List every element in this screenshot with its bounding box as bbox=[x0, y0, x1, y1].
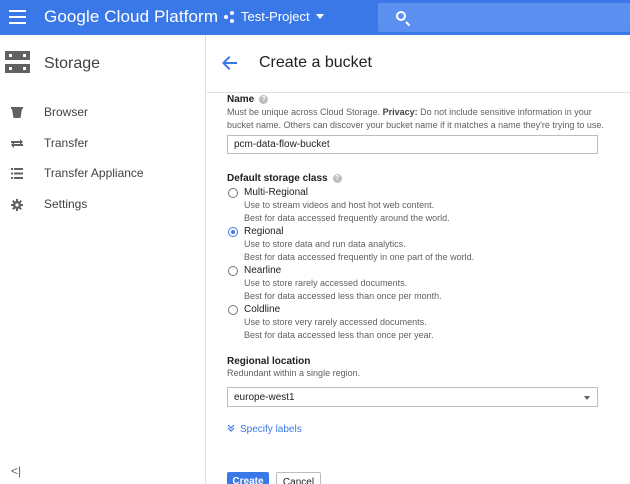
sidebar-item-label: Transfer bbox=[44, 135, 89, 150]
radio-coldline[interactable] bbox=[228, 305, 238, 315]
name-label-text: Name bbox=[227, 94, 255, 105]
create-bucket-form: Name ? Must be unique across Cloud Stora… bbox=[227, 93, 607, 435]
search-icon bbox=[396, 11, 406, 21]
sidebar-item-label: Transfer Appliance bbox=[44, 166, 144, 181]
menu-icon[interactable] bbox=[9, 10, 26, 24]
radio-label: Multi-Regional bbox=[244, 187, 308, 198]
option-desc: Use to store very rarely accessed docume… bbox=[244, 317, 427, 327]
radio-label: Regional bbox=[244, 226, 284, 237]
top-bar: Google Cloud Platform Test-Project bbox=[0, 0, 630, 35]
option-desc: Best for data accessed frequently around… bbox=[244, 212, 450, 223]
project-icon bbox=[224, 10, 236, 23]
sidebar-nav: Browser Transfer Transfer Appliance Sett… bbox=[0, 97, 205, 219]
page-title: Create a bucket bbox=[259, 54, 372, 71]
help-icon[interactable]: ? bbox=[259, 95, 269, 104]
radio-label: Nearline bbox=[244, 265, 282, 276]
radio-nearline[interactable] bbox=[228, 266, 238, 276]
storage-class-regional: Regional Use to store data and run data … bbox=[227, 225, 607, 263]
help-icon[interactable]: ? bbox=[332, 174, 342, 183]
sidebar-item-transfer[interactable]: Transfer bbox=[0, 128, 205, 159]
back-arrow-icon[interactable] bbox=[221, 54, 239, 72]
radio-regional[interactable] bbox=[228, 227, 238, 237]
name-desc-1: Must be unique across Cloud Storage. bbox=[227, 107, 381, 117]
list-icon bbox=[11, 168, 23, 179]
location-label-text: Regional location bbox=[227, 356, 311, 367]
storage-class-multi-regional: Multi-Regional Use to stream videos and … bbox=[227, 186, 607, 224]
location-value: europe-west1 bbox=[234, 391, 295, 403]
storage-class-label-text: Default storage class bbox=[227, 173, 328, 184]
collapse-sidebar-icon[interactable]: <| bbox=[11, 464, 21, 478]
project-name: Test-Project bbox=[241, 9, 310, 24]
sidebar-item-browser[interactable]: Browser bbox=[0, 97, 205, 128]
storage-class-coldline: Coldline Use to store very rarely access… bbox=[227, 303, 607, 341]
gear-icon bbox=[11, 198, 23, 211]
radio-multi-regional[interactable] bbox=[228, 188, 238, 198]
brand-title[interactable]: Google Cloud Platform bbox=[44, 7, 218, 27]
name-desc-privacy: Privacy: bbox=[382, 107, 418, 117]
sidebar-title: Storage bbox=[44, 55, 101, 72]
option-desc: Best for data accessed less than once pe… bbox=[244, 329, 434, 340]
option-desc: Use to store rarely accessed documents. bbox=[244, 278, 408, 288]
search-bar[interactable] bbox=[378, 3, 630, 32]
sidebar-item-label: Browser bbox=[44, 105, 89, 120]
specify-labels-link[interactable]: Specify labels bbox=[227, 424, 607, 435]
storage-class-nearline: Nearline Use to store rarely accessed do… bbox=[227, 264, 607, 302]
caret-down-icon bbox=[315, 14, 324, 19]
option-desc: Best for data accessed less than once pe… bbox=[244, 290, 442, 301]
location-label: Regional location bbox=[227, 356, 607, 367]
radio-label: Coldline bbox=[244, 304, 281, 315]
page-header: Create a bucket bbox=[207, 35, 630, 93]
transfer-icon bbox=[11, 138, 23, 149]
sidebar-item-label: Settings bbox=[44, 196, 88, 211]
name-label: Name ? bbox=[227, 94, 607, 105]
sidebar: Storage Browser Transfer Transfer Applia… bbox=[0, 35, 206, 484]
caret-down-icon bbox=[584, 395, 590, 400]
cancel-button[interactable]: Cancel bbox=[276, 472, 321, 484]
sidebar-item-settings[interactable]: Settings bbox=[0, 189, 205, 220]
main-content: Create a bucket Name ? Must be unique ac… bbox=[207, 35, 630, 484]
option-desc: Use to store data and run data analytics… bbox=[244, 239, 406, 249]
storage-icon bbox=[5, 51, 30, 75]
bucket-name-input[interactable] bbox=[227, 135, 598, 154]
create-button[interactable]: Create bbox=[227, 472, 269, 484]
project-selector[interactable]: Test-Project bbox=[224, 9, 324, 24]
storage-class-label: Default storage class ? bbox=[227, 173, 607, 184]
option-desc: Best for data accessed frequently in one… bbox=[244, 251, 475, 262]
specify-labels-text: Specify labels bbox=[240, 423, 302, 435]
chevron-double-down-icon bbox=[227, 424, 235, 434]
option-desc: Use to stream videos and host hot web co… bbox=[244, 200, 435, 210]
location-select[interactable]: europe-west1 bbox=[227, 386, 598, 407]
location-description: Redundant within a single region. bbox=[227, 368, 361, 378]
sidebar-item-transfer-appliance[interactable]: Transfer Appliance bbox=[0, 158, 205, 189]
bucket-icon bbox=[11, 107, 23, 118]
name-description: Must be unique across Cloud Storage. Pri… bbox=[227, 106, 607, 131]
